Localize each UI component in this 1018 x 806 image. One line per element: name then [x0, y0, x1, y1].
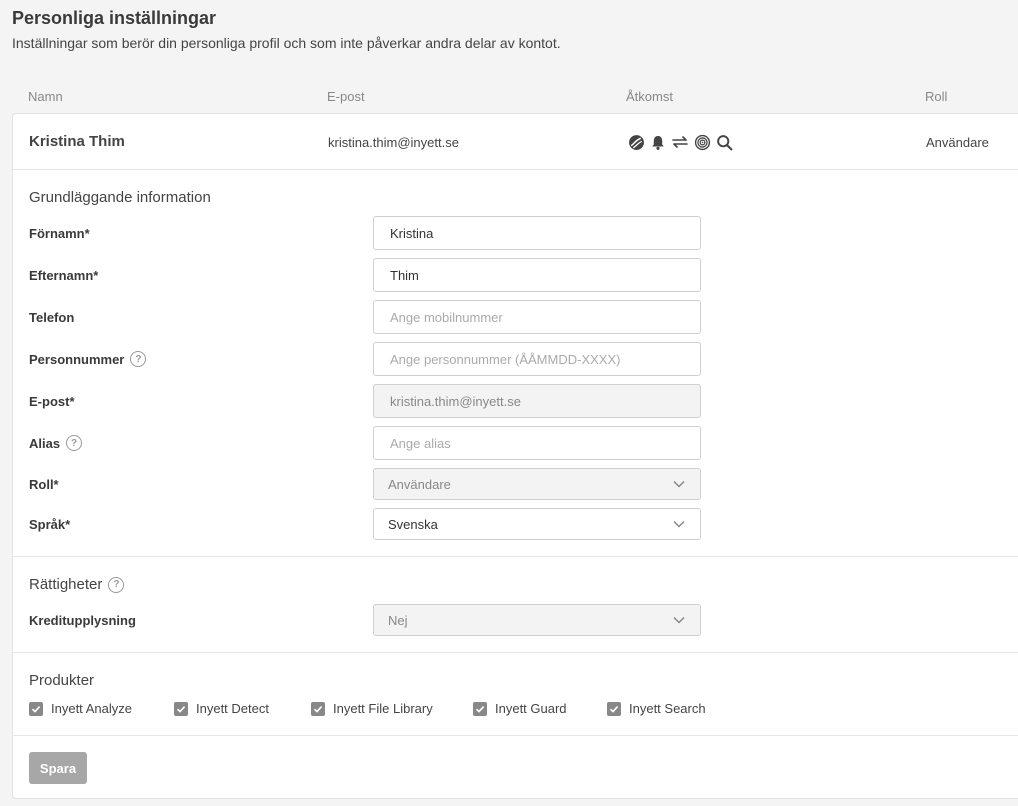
user-settings-card: Kristina Thim kristina.thim@inyett.se An…: [12, 113, 1018, 799]
chevron-down-icon: [673, 520, 685, 528]
checkbox-checked-icon[interactable]: [174, 701, 188, 716]
divider: [13, 556, 1018, 557]
checkbox-checked-icon[interactable]: [311, 701, 325, 716]
email-input: [373, 384, 701, 418]
save-button[interactable]: Spara: [29, 752, 87, 784]
checkbox-checked-icon[interactable]: [607, 701, 621, 716]
page-title: Personliga inställningar: [12, 8, 217, 28]
help-icon[interactable]: ?: [108, 576, 125, 593]
product-checkbox-analyze[interactable]: Inyett Analyze: [29, 701, 132, 716]
divider: [13, 169, 1018, 170]
column-header-name: Namn: [28, 89, 63, 104]
chevron-down-icon: [673, 616, 685, 624]
user-email: kristina.thim@inyett.se: [328, 135, 459, 150]
fingerprint-icon: [693, 133, 711, 151]
access-icons: [627, 133, 733, 151]
role-label: Roll*: [29, 477, 59, 492]
phone-input[interactable]: [373, 300, 701, 334]
first-name-input[interactable]: [373, 216, 701, 250]
bell-icon: [649, 133, 667, 151]
credit-check-label: Kreditupplysning: [29, 613, 136, 628]
section-title-rights: Rättigheter ?: [29, 576, 125, 593]
column-header-email: E-post: [327, 89, 365, 104]
last-name-input[interactable]: [373, 258, 701, 292]
search-icon: [715, 133, 733, 151]
divider: [13, 652, 1018, 653]
personal-number-label: Personnummer ?: [29, 351, 147, 367]
alias-input[interactable]: [373, 426, 701, 460]
chevron-down-icon: [673, 480, 685, 488]
help-icon[interactable]: ?: [66, 435, 83, 451]
personal-number-input[interactable]: [373, 342, 701, 376]
column-header-role: Roll: [925, 89, 948, 104]
page-subtitle: Inställningar som berör din personliga p…: [12, 35, 561, 51]
role-select: Användare: [373, 468, 701, 500]
section-title-basic-info: Grundläggande information: [29, 189, 211, 206]
alias-label: Alias ?: [29, 435, 83, 451]
user-role: Användare: [926, 135, 989, 150]
product-checkbox-detect[interactable]: Inyett Detect: [174, 701, 269, 716]
language-select[interactable]: Svenska: [373, 508, 701, 540]
divider: [13, 735, 1018, 736]
first-name-label: Förnamn*: [29, 226, 90, 241]
product-checkbox-search[interactable]: Inyett Search: [607, 701, 706, 716]
column-header-access: Åtkomst: [626, 89, 673, 104]
help-icon[interactable]: ?: [130, 351, 147, 367]
checkbox-checked-icon[interactable]: [29, 701, 43, 716]
analyze-icon: [627, 133, 645, 151]
user-name: Kristina Thim: [29, 133, 125, 150]
transfer-arrows-icon: [671, 133, 689, 151]
product-checkbox-guard[interactable]: Inyett Guard: [473, 701, 567, 716]
checkbox-checked-icon[interactable]: [473, 701, 487, 716]
last-name-label: Efternamn*: [29, 268, 99, 283]
product-checkbox-file-library[interactable]: Inyett File Library: [311, 701, 433, 716]
language-label: Språk*: [29, 517, 71, 532]
credit-check-select: Nej: [373, 604, 701, 636]
phone-label: Telefon: [29, 310, 75, 325]
section-title-products: Produkter: [29, 672, 95, 689]
email-label: E-post*: [29, 394, 75, 409]
